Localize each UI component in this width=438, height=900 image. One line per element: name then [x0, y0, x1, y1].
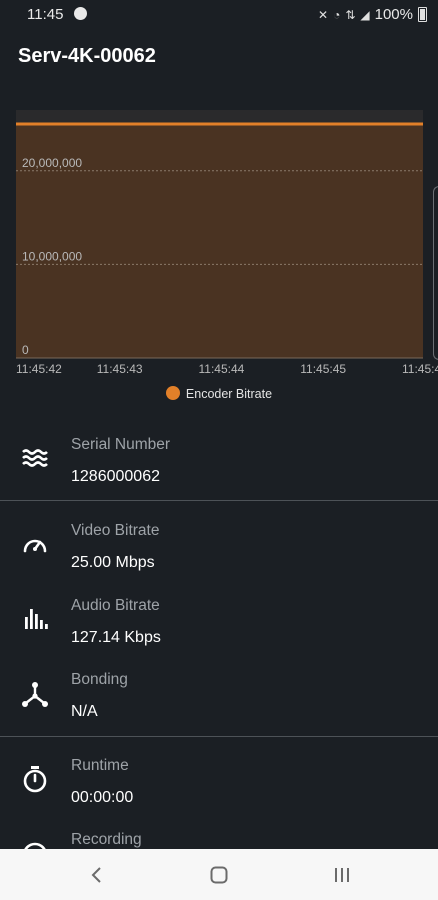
home-icon	[210, 866, 228, 884]
chart-legend: Encoder Bitrate	[0, 386, 438, 401]
recents-button[interactable]	[325, 861, 359, 889]
bonding-value: N/A	[71, 703, 98, 720]
home-button[interactable]	[202, 861, 236, 889]
speedometer-icon	[23, 539, 47, 553]
silent-icon: ✕	[318, 7, 329, 22]
back-icon	[91, 867, 101, 883]
divider	[0, 736, 438, 737]
x-tick-label: 11:45:45	[300, 362, 346, 376]
legend-label: Encoder Bitrate	[185, 387, 273, 401]
audio-bitrate-row: Audio Bitrate 127.14 Kbps	[0, 591, 438, 661]
recents-icon	[335, 868, 349, 882]
x-tick-label: 11:45:44	[199, 362, 245, 376]
video-bitrate-label: Video Bitrate	[71, 522, 160, 539]
system-nav-bar	[0, 849, 438, 900]
audio-levels-icon	[25, 609, 48, 629]
serial-number-row: Serial Number 1286000062	[0, 430, 438, 500]
runtime-label: Runtime	[71, 757, 129, 774]
audio-bitrate-label: Audio Bitrate	[71, 597, 160, 614]
bitrate-chart: 20,000,000 10,000,000 0 11:45:42 11:45:43 11:…	[0, 110, 438, 410]
y-tick-label: 10,000,000	[22, 249, 82, 263]
data-icon: ⇅	[345, 7, 356, 22]
back-button[interactable]	[80, 861, 114, 889]
waves-icon	[22, 449, 48, 467]
bonding-label: Bonding	[71, 671, 128, 688]
status-bar: 11:45 ✕ ◔ ⇅ ◢ 100%	[0, 0, 438, 28]
wifi-icon: ◔	[333, 7, 341, 22]
divider	[0, 500, 438, 501]
serial-number-label: Serial Number	[71, 436, 171, 453]
edge-panel-handle[interactable]	[433, 186, 438, 360]
runtime-value: 00:00:00	[71, 789, 134, 806]
video-bitrate-row: Video Bitrate 25.00 Mbps	[0, 516, 438, 586]
x-tick-label: 11:45:42	[16, 362, 62, 376]
chart-svg: 20,000,000 10,000,000 0 11:45:42 11:45:43 11:…	[16, 110, 438, 376]
notification-icon	[74, 7, 87, 20]
battery-icon	[418, 7, 427, 22]
status-icons: ✕ ◔ ⇅ ◢ 100%	[318, 6, 427, 23]
x-tick-label: 11:45:4	[402, 362, 438, 376]
bonding-icon	[22, 682, 48, 707]
battery-text: 100%	[374, 6, 413, 23]
video-bitrate-value: 25.00 Mbps	[71, 554, 155, 571]
runtime-row: Runtime 00:00:00	[0, 752, 438, 822]
bonding-row: Bonding N/A	[0, 666, 438, 736]
x-tick-label: 11:45:43	[97, 362, 143, 376]
legend-swatch	[165, 386, 180, 400]
audio-bitrate-value: 127.14 Kbps	[71, 629, 161, 646]
stopwatch-icon	[23, 766, 47, 793]
signal-icon: ◢	[360, 7, 370, 22]
y-tick-label: 0	[22, 343, 29, 357]
y-tick-label: 20,000,000	[22, 156, 82, 170]
recording-label: Recording	[71, 831, 142, 848]
page-title: Serv-4K-00062	[18, 45, 156, 67]
status-time: 11:45	[27, 6, 64, 23]
serial-number-value: 1286000062	[71, 468, 160, 485]
